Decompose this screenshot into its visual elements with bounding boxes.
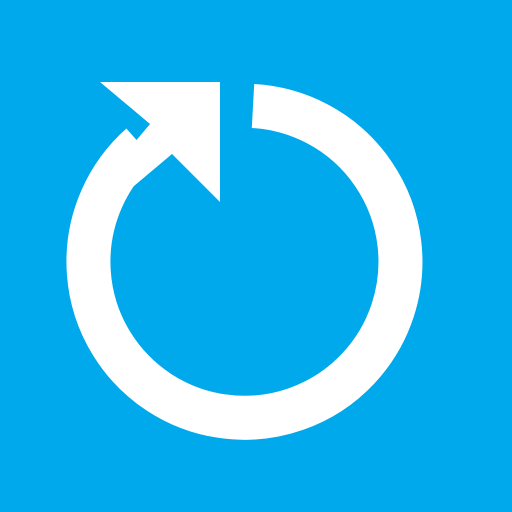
app-tile[interactable]	[0, 0, 512, 512]
refresh-icon[interactable]	[0, 0, 512, 512]
